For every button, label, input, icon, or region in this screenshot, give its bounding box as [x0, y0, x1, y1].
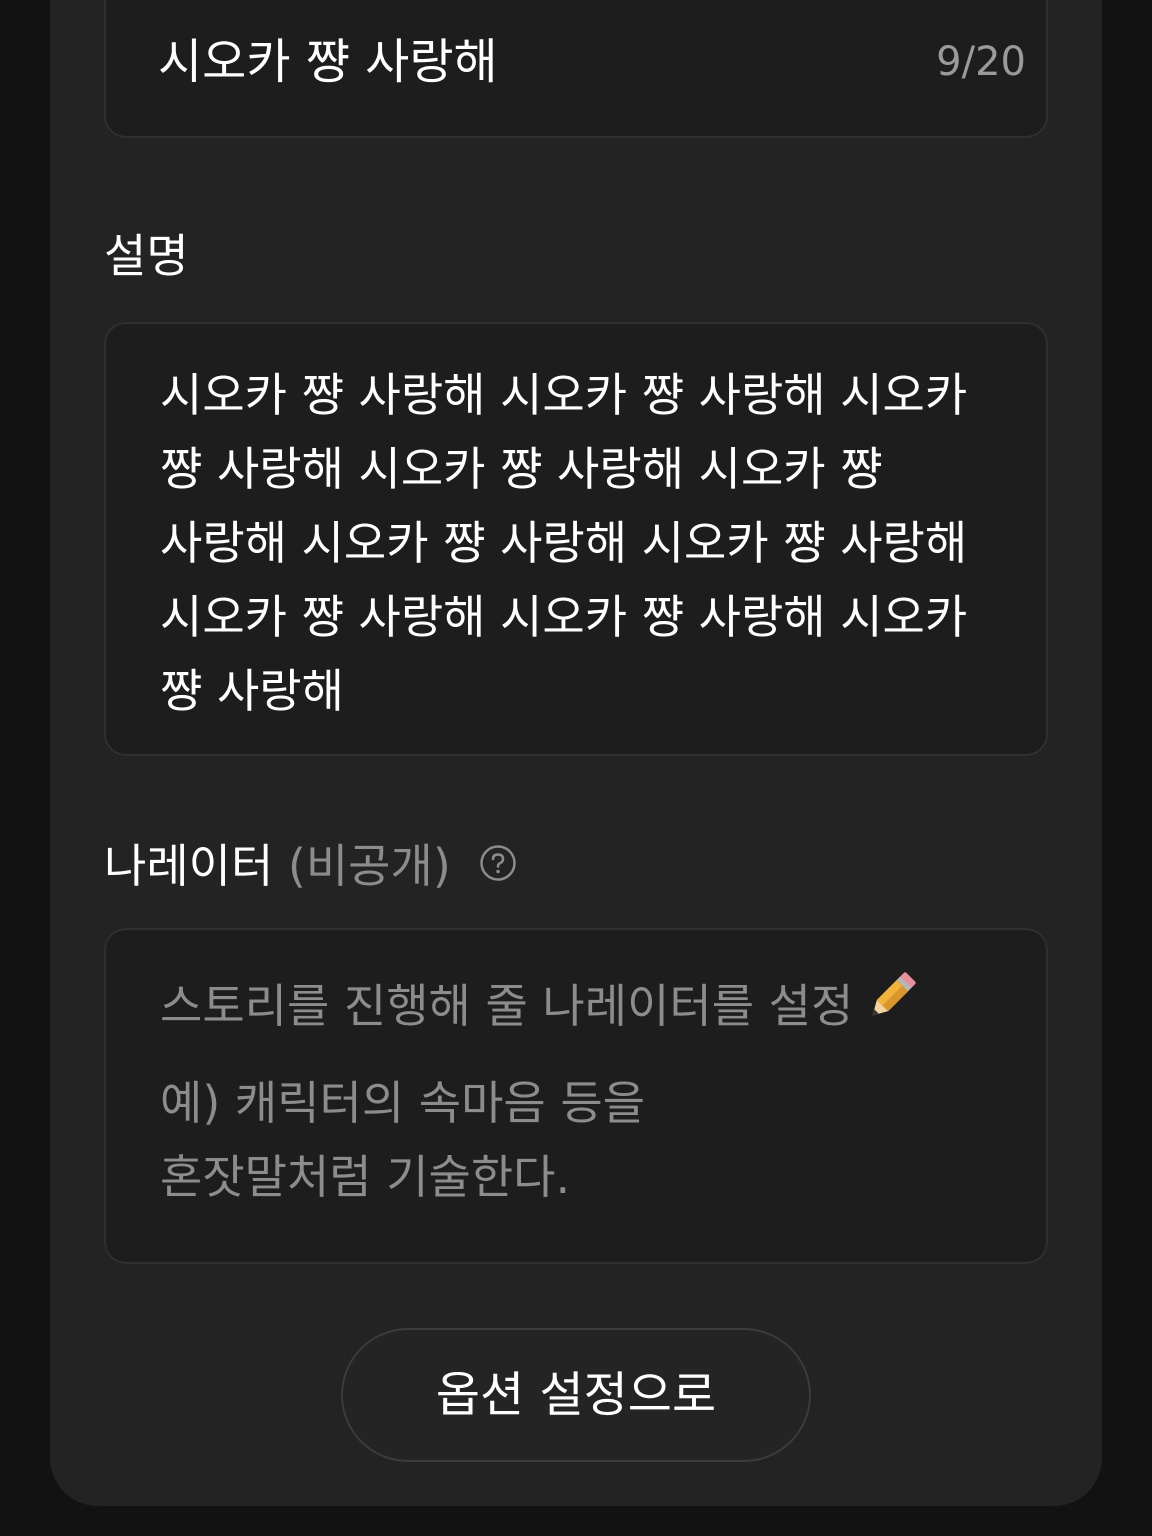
description-label: 설명 — [104, 229, 189, 283]
narrator-label-row: 나레이터 (비공개) — [104, 838, 517, 894]
narrator-label: 나레이터 — [104, 839, 274, 893]
narrator-private-label: (비공개) — [287, 839, 451, 893]
pencil-icon — [861, 967, 921, 1043]
narrator-placeholder-example: 예) 캐릭터의 속마음 등을 혼잣말처럼 기술한다. — [160, 1076, 646, 1204]
title-input-value: 시오카 쨩 사랑해 — [158, 34, 498, 90]
description-value: 시오카 쨩 사랑해 시오카 쨩 사랑해 시오카 쨩 사랑해 시오카 쨩 사랑해 … — [160, 368, 968, 718]
title-char-counter: 9/20 — [936, 39, 1026, 85]
narrator-textarea[interactable]: 스토리를 진행해 줄 나레이터를 설정 예) 캐릭터의 속마음 등을 혼잣말처럼… — [104, 928, 1048, 1264]
question-circle-icon[interactable] — [479, 838, 517, 894]
title-input[interactable]: 시오카 쨩 사랑해 9/20 — [104, 0, 1048, 138]
option-settings-button[interactable]: 옵션 설정으로 — [341, 1328, 811, 1462]
narrator-placeholder-text: 스토리를 진행해 줄 나레이터를 설정 — [160, 979, 854, 1033]
description-textarea[interactable]: 시오카 쨩 사랑해 시오카 쨩 사랑해 시오카 쨩 사랑해 시오카 쨩 사랑해 … — [104, 322, 1048, 756]
narrator-placeholder-line: 스토리를 진행해 줄 나레이터를 설정 — [160, 971, 921, 1043]
